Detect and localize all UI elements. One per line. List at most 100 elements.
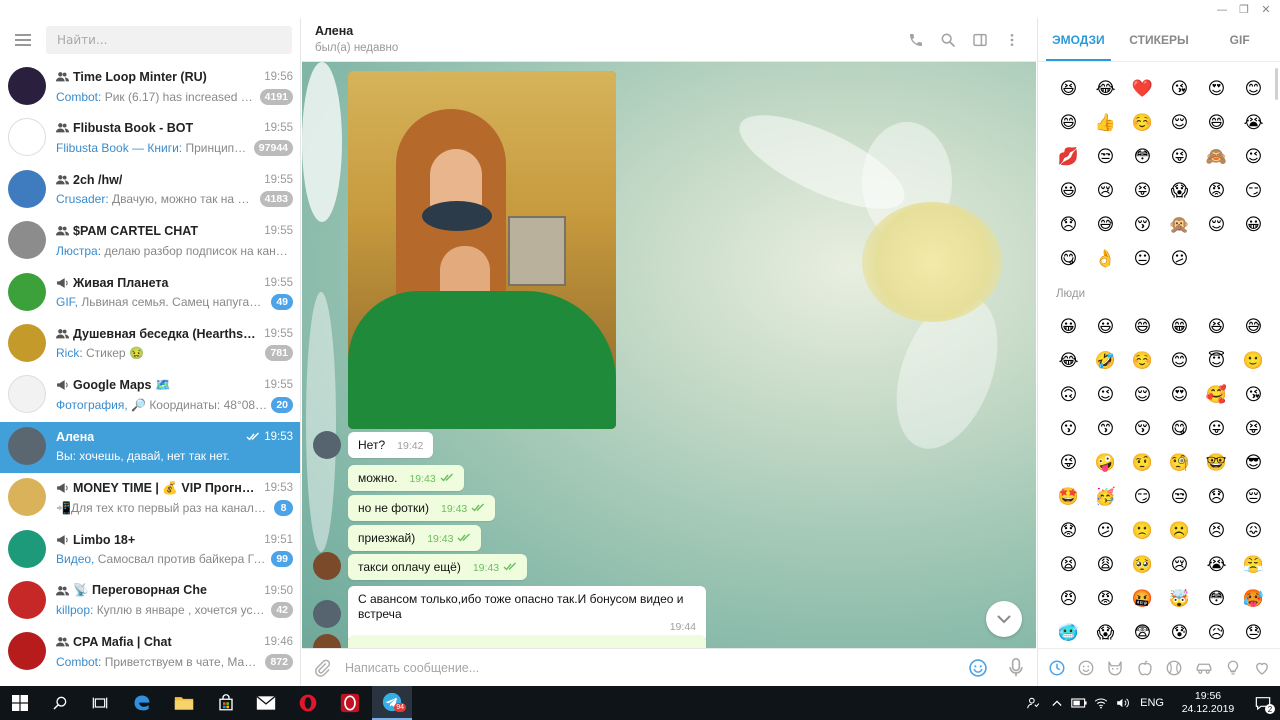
emoji-item[interactable]: 😡 bbox=[1087, 582, 1124, 616]
search-icon[interactable] bbox=[932, 24, 964, 56]
attach-paperclip-icon[interactable] bbox=[310, 656, 334, 680]
emoji-item[interactable]: 😔 bbox=[1235, 480, 1272, 514]
emoji-item[interactable]: 😍 bbox=[1161, 378, 1198, 412]
emoji-item[interactable]: 😆 bbox=[1050, 72, 1087, 106]
emoji-item[interactable]: 🤨 bbox=[1124, 446, 1161, 480]
emoji-item[interactable]: 🧐 bbox=[1161, 446, 1198, 480]
emoji-toggle-icon[interactable] bbox=[966, 656, 990, 680]
search-icon[interactable] bbox=[40, 686, 80, 720]
photo-message[interactable] bbox=[348, 71, 616, 429]
emoji-item[interactable]: 😋 bbox=[1050, 242, 1087, 276]
chat-list-item[interactable]: Time Loop Minter (RU) 19:56 Combot: Рик (6… bbox=[0, 62, 300, 113]
chevron-up-icon[interactable] bbox=[1046, 686, 1068, 720]
telegram-taskbar-icon[interactable]: 94 bbox=[372, 686, 412, 720]
emoji-item[interactable]: 😤 bbox=[1235, 548, 1272, 582]
chat-list-item[interactable]: Limbo 18+ 19:51 Видео, Самосвал против бай… bbox=[0, 525, 300, 576]
emoji-item[interactable]: 😞 bbox=[1050, 208, 1087, 242]
emoji-item[interactable]: 😐 bbox=[1124, 242, 1161, 276]
search-input[interactable] bbox=[46, 26, 292, 54]
tab-emoji[interactable]: ЭМОДЗИ bbox=[1038, 18, 1119, 61]
emoji-item[interactable]: 😎 bbox=[1235, 446, 1272, 480]
own-avatar[interactable] bbox=[313, 552, 341, 580]
tab-stickers[interactable]: СТИКЕРЫ bbox=[1119, 18, 1200, 61]
task-view-icon[interactable] bbox=[80, 686, 120, 720]
emoji-item[interactable]: 😌 bbox=[1198, 208, 1235, 242]
sender-avatar[interactable] bbox=[313, 600, 341, 628]
message-bubble[interactable]: приезжай) 19:43 bbox=[348, 525, 482, 551]
emoji-item[interactable]: 🙂 bbox=[1235, 344, 1272, 378]
emoji-item[interactable]: 🤪 bbox=[1087, 446, 1124, 480]
emoji-item[interactable]: 😗 bbox=[1050, 412, 1087, 446]
more-options-icon[interactable] bbox=[996, 24, 1028, 56]
cat-icon[interactable] bbox=[1104, 657, 1126, 679]
emoji-item[interactable]: 😄 bbox=[1124, 310, 1161, 344]
emoji-item[interactable]: 😒 bbox=[1161, 480, 1198, 514]
message-input[interactable] bbox=[345, 657, 925, 679]
emoji-item[interactable]: ☹️ bbox=[1161, 514, 1198, 548]
car-icon[interactable] bbox=[1193, 657, 1215, 679]
emoji-item[interactable]: 😂 bbox=[1050, 344, 1087, 378]
chat-list-item[interactable]: 📡 Переговорная Che 19:50 killpop: Куплю в … bbox=[0, 576, 300, 627]
emoji-item[interactable]: 😳 bbox=[1124, 140, 1161, 174]
chat-list-item[interactable]: Flibusta Book - BOT 19:55 Flibusta Book — … bbox=[0, 113, 300, 164]
emoji-item[interactable]: 😊 bbox=[1235, 72, 1272, 106]
chat-list-item[interactable]: Душевная беседка (Hearthstone) 19:55 Rick:… bbox=[0, 319, 300, 370]
emoji-item[interactable]: 😟 bbox=[1050, 514, 1087, 548]
scroll-to-bottom-button[interactable] bbox=[986, 601, 1022, 637]
emoji-item[interactable]: 😏 bbox=[1124, 480, 1161, 514]
edge-browser-icon[interactable] bbox=[122, 686, 162, 720]
emoji-item[interactable]: 😰 bbox=[1161, 616, 1198, 644]
chat-list-item[interactable]: CPA Mafia | Chat 19:46 Combot: Приветствуе… bbox=[0, 627, 300, 678]
emoji-item[interactable]: 😩 bbox=[1087, 548, 1124, 582]
emoji-scrollbar[interactable] bbox=[1275, 68, 1278, 100]
emoji-item[interactable]: 😙 bbox=[1087, 412, 1124, 446]
emoji-item[interactable]: ☺️ bbox=[1124, 344, 1161, 378]
emoji-item[interactable]: 😁 bbox=[1161, 310, 1198, 344]
chat-list-item[interactable]: $PAM CARTEL CHAT 19:55 Люстра: делаю разбо… bbox=[0, 216, 300, 267]
emoji-item[interactable]: 🙃 bbox=[1050, 378, 1087, 412]
battery-icon[interactable] bbox=[1068, 686, 1090, 720]
emoji-item[interactable]: 😝 bbox=[1235, 412, 1272, 446]
emoji-item[interactable]: 😅 bbox=[1087, 208, 1124, 242]
emoji-item[interactable]: 😘 bbox=[1235, 378, 1272, 412]
windows-start-icon[interactable] bbox=[0, 686, 40, 720]
emoji-item[interactable]: 😞 bbox=[1198, 480, 1235, 514]
chat-list-item[interactable]: Алена 19:53 Вы: хочешь, давай, нет так нет… bbox=[0, 421, 300, 474]
emoji-item[interactable]: 😒 bbox=[1087, 140, 1124, 174]
system-clock[interactable]: 19:56 24.12.2019 bbox=[1170, 690, 1246, 716]
emoji-item[interactable]: 🤬 bbox=[1124, 582, 1161, 616]
smile-icon[interactable] bbox=[1075, 657, 1097, 679]
phone-icon[interactable] bbox=[900, 24, 932, 56]
own-avatar[interactable] bbox=[313, 634, 341, 648]
emoji-item[interactable]: 😉 bbox=[1235, 140, 1272, 174]
apple-icon[interactable] bbox=[1134, 657, 1156, 679]
emoji-item[interactable]: 😄 bbox=[1198, 106, 1235, 140]
emoji-item[interactable]: 😜 bbox=[1050, 446, 1087, 480]
chat-list-item[interactable]: Живая Планета 19:55 GIF, Львиная семья. Са… bbox=[0, 268, 300, 319]
chat-list-item[interactable]: MONEY TIME | 💰 VIP Прогнозы... 19:53 📲Для … bbox=[0, 473, 300, 524]
opera-browser-icon[interactable] bbox=[288, 686, 328, 720]
emoji-item[interactable]: 🥵 bbox=[1235, 582, 1272, 616]
emoji-item[interactable]: 🥳 bbox=[1087, 480, 1124, 514]
emoji-item[interactable]: 😢 bbox=[1087, 174, 1124, 208]
microphone-icon[interactable] bbox=[1004, 656, 1028, 680]
people-icon[interactable] bbox=[1020, 686, 1046, 720]
emoji-item[interactable]: 🤓 bbox=[1198, 446, 1235, 480]
emoji-item[interactable]: ❤️ bbox=[1124, 72, 1161, 106]
emoji-item[interactable]: 😍 bbox=[1198, 72, 1235, 106]
emoji-item[interactable]: 😠 bbox=[1050, 582, 1087, 616]
message-bubble[interactable]: но не фотки) 19:43 bbox=[348, 495, 496, 521]
emoji-item[interactable]: 😋 bbox=[1161, 412, 1198, 446]
emoji-item[interactable]: 🙊 bbox=[1161, 208, 1198, 242]
emoji-item[interactable]: 😆 bbox=[1198, 310, 1235, 344]
emoji-item[interactable]: 😣 bbox=[1198, 514, 1235, 548]
emoji-item[interactable]: 👌 bbox=[1087, 242, 1124, 276]
emoji-item[interactable]: 😌 bbox=[1161, 106, 1198, 140]
opera-gx-icon[interactable] bbox=[330, 686, 370, 720]
emoji-item[interactable]: 😨 bbox=[1124, 616, 1161, 644]
volume-icon[interactable] bbox=[1112, 686, 1134, 720]
emoji-item[interactable]: 😉 bbox=[1087, 378, 1124, 412]
emoji-item[interactable]: 😱 bbox=[1087, 616, 1124, 644]
mail-icon[interactable] bbox=[246, 686, 286, 720]
emoji-item[interactable]: 😜 bbox=[1161, 140, 1198, 174]
